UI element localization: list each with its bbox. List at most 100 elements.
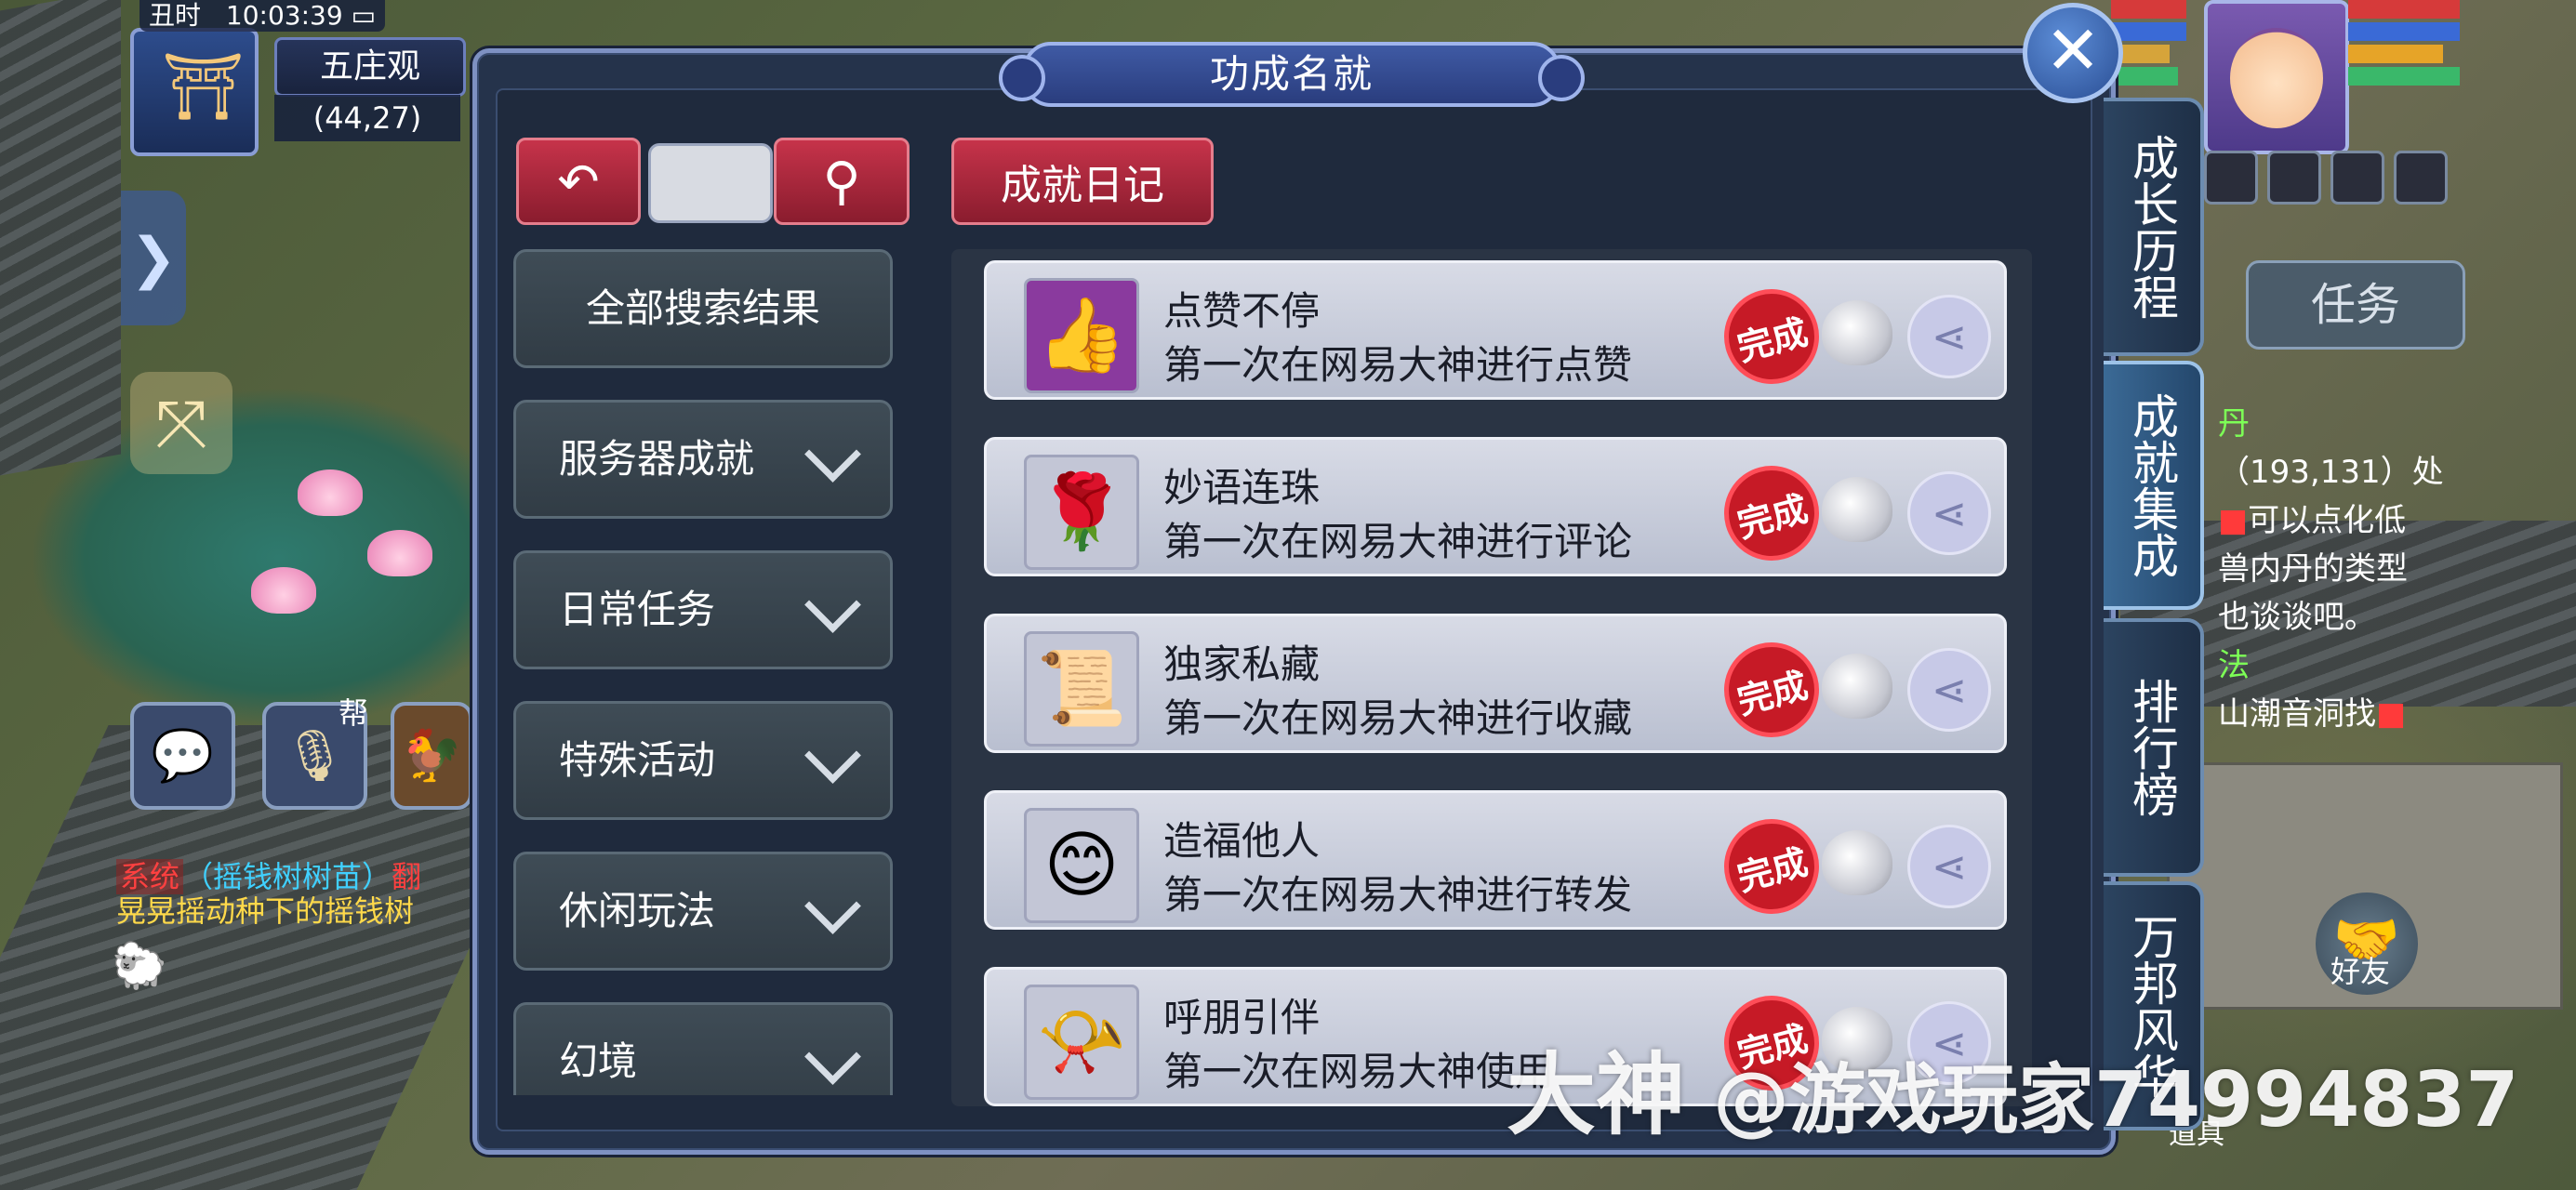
chevron-down-icon [804, 426, 861, 483]
category-label: 全部搜索结果 [585, 285, 820, 331]
temple-icon: ⛩ [162, 48, 245, 125]
tab-label: 成就集成 [2125, 392, 2179, 578]
completed-seal: 完成 [1713, 455, 1830, 572]
chat-button[interactable]: 💬 [130, 702, 235, 810]
title-ornament-right [1538, 55, 1585, 101]
category-illusion[interactable]: 幻境 [513, 1002, 893, 1095]
achievement-desc: 第一次在网易大神进行评论 [1163, 519, 1633, 564]
achievement-item[interactable]: 👍 点赞不停 第一次在网易大神进行点赞 完成 ⋖ [984, 260, 2007, 400]
achievement-name: 独家私藏 [1163, 641, 1321, 687]
share-button[interactable]: ⋖ [1907, 295, 1991, 378]
watermark-text: @游戏玩家74994837 [1713, 1056, 2519, 1144]
achievement-item[interactable]: 🌹 妙语连珠 第一次在网易大神进行评论 完成 ⋖ [984, 437, 2007, 576]
minimap-button[interactable]: ⛩ [130, 28, 259, 156]
peach-reward-icon[interactable] [1822, 830, 1892, 895]
share-button[interactable]: ⋖ [1907, 648, 1991, 732]
horn-icon: 📯 [1024, 985, 1139, 1100]
location-name[interactable]: 五庄观 [274, 37, 466, 97]
player-avatar[interactable] [2204, 0, 2349, 154]
expand-view-button[interactable]: ⤧ [130, 372, 232, 474]
share-button[interactable]: ⋖ [1907, 471, 1991, 555]
task-line: 山潮音洞找 [2218, 695, 2376, 733]
share-icon: ⋖ [1931, 488, 1968, 538]
tab-growth-history[interactable]: 成长历程 [2104, 98, 2204, 356]
category-special[interactable]: 特殊活动 [513, 701, 893, 820]
achievement-list[interactable]: 👍 点赞不停 第一次在网易大神进行点赞 完成 ⋖ 🌹 妙语连珠 第一次在网易大神… [951, 249, 2032, 1106]
peach-reward-icon[interactable] [1822, 300, 1892, 365]
scroll-icon: 📜 [1024, 631, 1139, 747]
chevron-down-icon [804, 727, 861, 784]
task-tab[interactable]: 任务 [2246, 260, 2465, 350]
bird-icon: 🐓 [400, 726, 463, 785]
tab-label: 排行榜 [2125, 678, 2179, 817]
lotus-flower [367, 530, 432, 576]
buff-icons [2204, 151, 2448, 205]
buff-heart-icon[interactable] [2204, 151, 2258, 205]
achievement-desc: 第一次在网易大神进行点赞 [1163, 342, 1633, 388]
buff-orb-icon[interactable] [2330, 151, 2384, 205]
pet-status-bars [2111, 0, 2195, 91]
achievement-name: 造福他人 [1163, 818, 1321, 864]
achievement-desc: 第一次在网易大神进行收藏 [1163, 695, 1633, 741]
peach-reward-icon[interactable] [1822, 654, 1892, 719]
task-line: 可以点化低 [2248, 502, 2407, 539]
tab-leaderboard[interactable]: 排行榜 [2104, 618, 2204, 877]
achievement-diary-button[interactable]: 成就日记 [951, 138, 1214, 225]
avatar-face [2230, 28, 2323, 128]
share-icon: ⋖ [1931, 311, 1968, 362]
close-icon: ✕ [2044, 11, 2102, 89]
achievement-name: 呼朋引伴 [1163, 995, 1321, 1040]
share-icon: ⋖ [1931, 665, 1968, 715]
category-leisure[interactable]: 休闲玩法 [513, 852, 893, 971]
completed-seal: 完成 [1713, 808, 1830, 925]
gang-button[interactable]: 🐓 [391, 702, 472, 810]
smiley-icon: 😊 [1024, 808, 1139, 923]
achievement-name: 妙语连珠 [1163, 465, 1321, 510]
dialog-title-bar: 功成名就 [999, 42, 1585, 107]
task-line: 兽内丹的类型 [2218, 550, 2408, 588]
chevron-down-icon [804, 878, 861, 934]
player-status-bars [2348, 0, 2460, 89]
achievement-item[interactable]: 📜 独家私藏 第一次在网易大神进行收藏 完成 ⋖ [984, 614, 2007, 753]
category-all-results[interactable]: 全部搜索结果 [513, 249, 893, 368]
search-input[interactable] [648, 143, 773, 223]
watermark: 大神 @游戏玩家74994837 [1507, 1023, 2518, 1152]
category-label: 服务器成就 [559, 436, 755, 482]
share-button[interactable]: ⋖ [1907, 825, 1991, 908]
expand-arrows-icon: ⤧ [155, 384, 207, 461]
battery-icon: ▭ [351, 0, 377, 31]
shichen-label: 丑时 [149, 0, 202, 31]
pet-icon[interactable]: 🐑 [112, 939, 167, 992]
achievement-desc: 第一次在网易大神使用 [1163, 1049, 1555, 1094]
dialog-title: 功成名就 [1209, 51, 1374, 97]
rose-icon: 🌹 [1024, 455, 1139, 570]
chat-bubble-icon: 💬 [151, 726, 215, 785]
microphone-icon: 🎙 [283, 726, 347, 785]
tab-achievement-collection[interactable]: 成就集成 [2104, 361, 2204, 610]
chevron-down-icon [804, 1028, 861, 1085]
peach-reward-icon[interactable] [1822, 477, 1892, 542]
search-icon: ⚲ [822, 151, 861, 212]
task-line: 也谈谈吧。 [2218, 599, 2376, 636]
achievement-item[interactable]: 😊 造福他人 第一次在网易大神进行转发 完成 ⋖ [984, 790, 2007, 930]
bang-label: 帮 [339, 695, 369, 731]
task-tab-label: 任务 [2310, 279, 2400, 331]
friend-label: 好友 [2330, 954, 2391, 989]
search-button[interactable]: ⚲ [774, 138, 910, 225]
side-drawer-handle[interactable]: ❯ [121, 191, 186, 325]
drawer-arrow-icon: ❯ [129, 225, 178, 291]
buff-gear-icon[interactable] [2267, 151, 2321, 205]
category-daily[interactable]: 日常任务 [513, 550, 893, 669]
back-button[interactable]: ↶ [516, 138, 641, 225]
chevron-down-icon [804, 576, 861, 633]
completed-seal: 完成 [1713, 631, 1830, 748]
buff-gem-icon[interactable] [2394, 151, 2448, 205]
category-server[interactable]: 服务器成就 [513, 400, 893, 519]
diary-button-label: 成就日记 [1001, 162, 1164, 209]
close-button[interactable]: ✕ [2023, 3, 2123, 103]
task-tracker[interactable]: 丹 （193,131）处 ■可以点化低 兽内丹的类型 也谈谈吧。 法 山潮音洞找… [2218, 400, 2576, 738]
chat-line-2: 晃晃摇动种下的摇钱树 [116, 893, 415, 929]
roof-left [0, 0, 121, 476]
task-line: 丹 [2218, 405, 2250, 443]
watermark-logo: 大神 [1507, 1043, 1685, 1147]
